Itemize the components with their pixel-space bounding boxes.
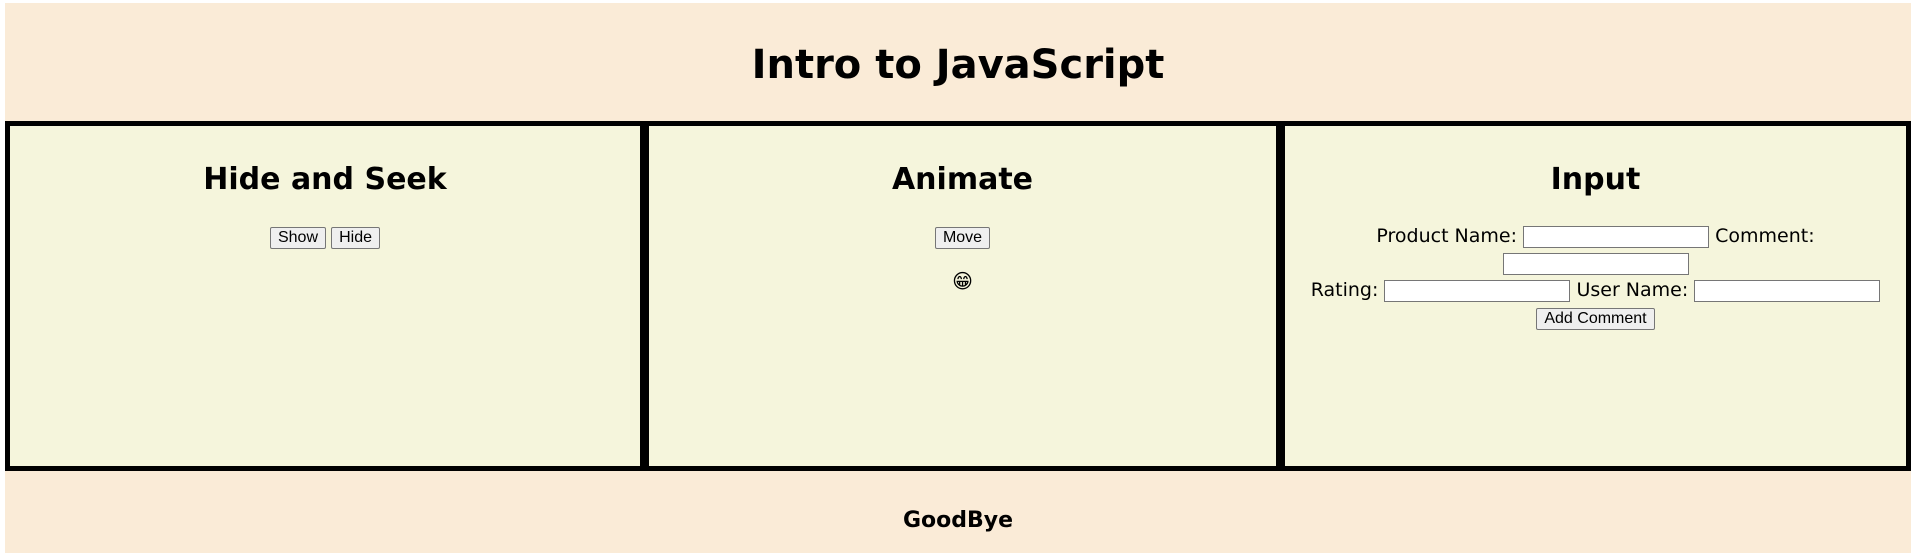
panels-container: Hide and Seek Show Hide Animate Move 😁 I… bbox=[5, 121, 1911, 471]
input-panel: Input Product Name: Comment: Rating: Use… bbox=[1281, 121, 1911, 471]
header: Intro to JavaScript bbox=[5, 3, 1911, 121]
form-row-3: Add Comment bbox=[1285, 304, 1906, 331]
hide-button[interactable]: Hide bbox=[331, 227, 381, 249]
form-row-2: Rating: User Name: bbox=[1285, 277, 1906, 304]
show-button[interactable]: Show bbox=[269, 227, 327, 249]
hide-and-seek-controls: Show Hide bbox=[10, 227, 640, 249]
move-button[interactable]: Move bbox=[934, 227, 991, 249]
product-name-label: Product Name: bbox=[1376, 225, 1518, 247]
grinning-face-icon: 😁 bbox=[952, 269, 973, 293]
rating-label: Rating: bbox=[1310, 279, 1379, 301]
hide-and-seek-title: Hide and Seek bbox=[203, 162, 447, 197]
form-row-1: Product Name: Comment: bbox=[1285, 223, 1906, 277]
footer: GoodBye bbox=[5, 471, 1911, 553]
comment-input[interactable] bbox=[1502, 252, 1689, 275]
rating-input[interactable] bbox=[1384, 279, 1571, 302]
page-title: Intro to JavaScript bbox=[751, 42, 1165, 88]
add-comment-button[interactable]: Add Comment bbox=[1536, 308, 1655, 330]
animate-controls: Move bbox=[649, 227, 1276, 249]
comment-form: Product Name: Comment: Rating: User Name… bbox=[1285, 223, 1906, 331]
footer-text: GoodBye bbox=[902, 508, 1014, 533]
user-name-input[interactable] bbox=[1694, 279, 1881, 302]
user-name-label: User Name: bbox=[1576, 279, 1689, 301]
hide-and-seek-panel: Hide and Seek Show Hide bbox=[5, 121, 645, 471]
page: Intro to JavaScript Hide and Seek Show H… bbox=[5, 3, 1911, 553]
comment-label: Comment: bbox=[1715, 225, 1815, 247]
animate-title: Animate bbox=[891, 162, 1034, 197]
animate-panel: Animate Move 😁 bbox=[645, 121, 1281, 471]
product-name-input[interactable] bbox=[1523, 225, 1710, 248]
input-title: Input bbox=[1550, 162, 1641, 197]
